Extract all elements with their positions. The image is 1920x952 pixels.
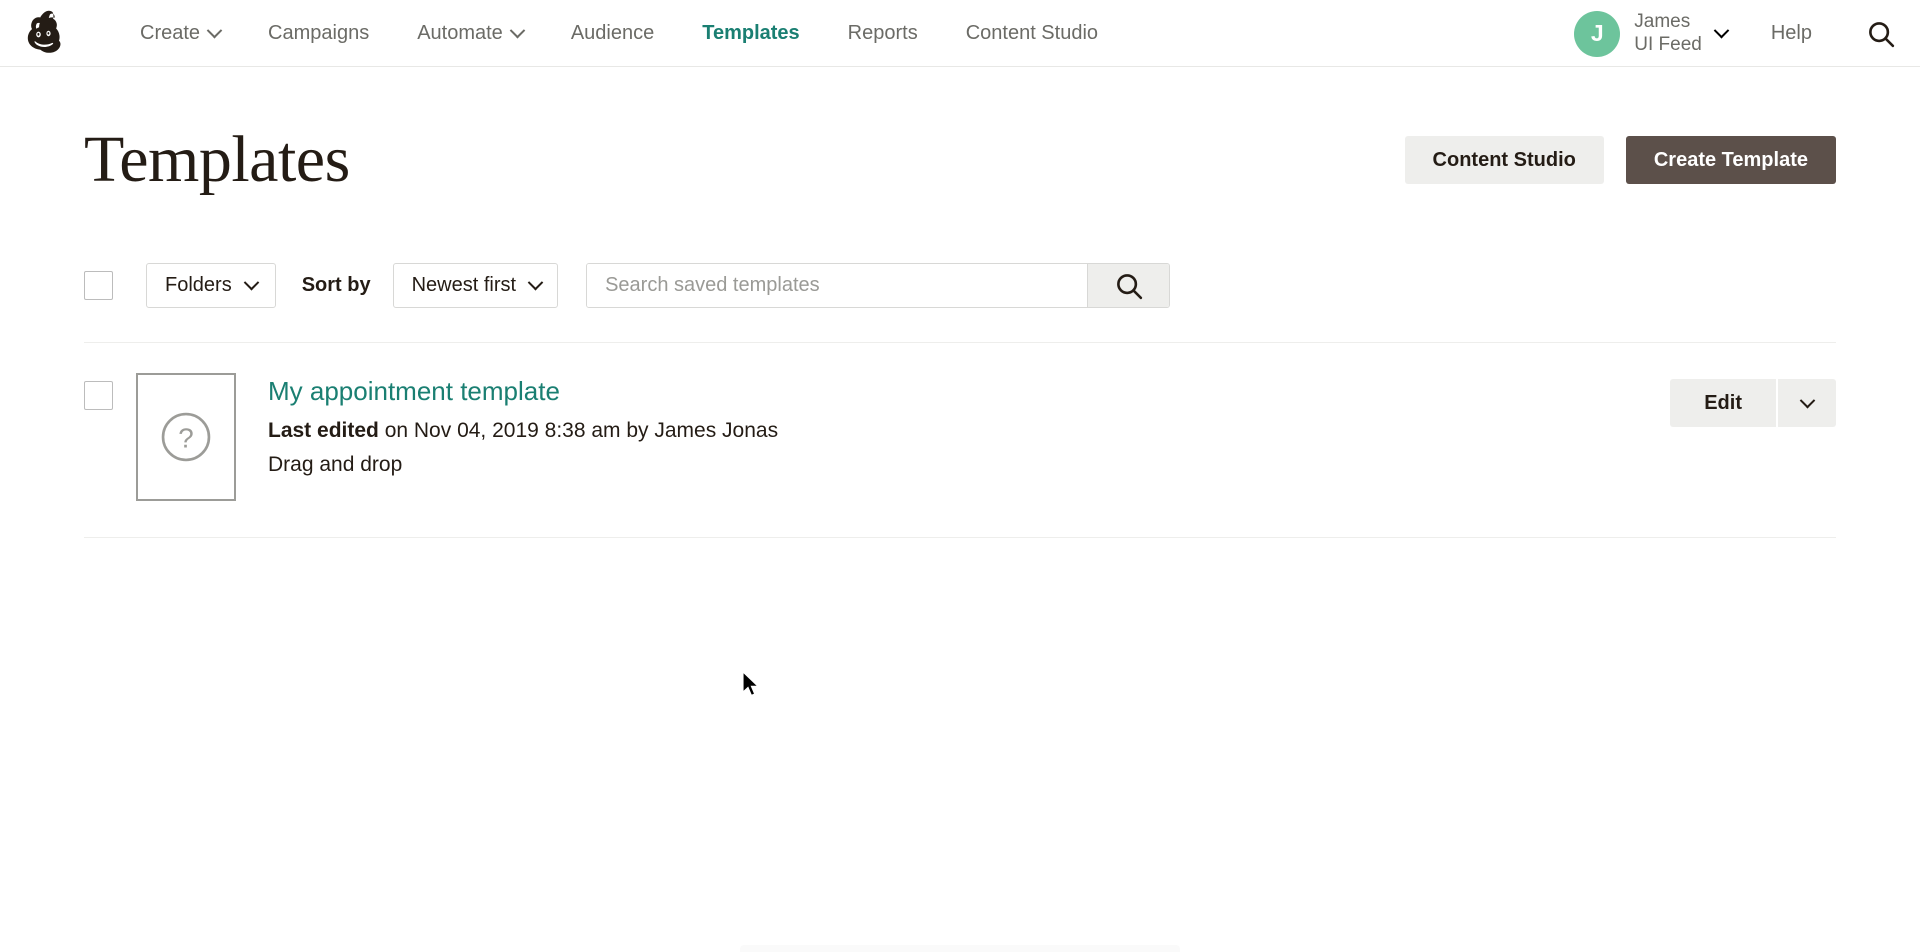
templates-list: ? My appointment template Last edited on… [84, 343, 1836, 538]
mailchimp-freddie-logo[interactable] [18, 7, 74, 59]
help-link[interactable]: Help [1771, 22, 1812, 45]
page-header: Templates Content Studio Create Template [84, 67, 1836, 193]
last-edited-value: on Nov 04, 2019 8:38 am by James Jonas [378, 418, 779, 442]
account-name-line2: UI Feed [1634, 33, 1702, 55]
template-actions-dropdown-button[interactable] [1778, 379, 1836, 427]
svg-text:?: ? [178, 422, 193, 453]
nav-item-templates[interactable]: Templates [678, 23, 823, 43]
folders-dropdown-label: Folders [165, 274, 232, 296]
bottom-chat-widget-peek[interactable] [740, 945, 1180, 952]
nav-item-create[interactable]: Create [116, 22, 244, 44]
template-row-checkbox[interactable] [84, 381, 113, 410]
template-row-actions: Edit [1670, 379, 1836, 427]
templates-toolbar: Folders Sort by Newest first [84, 263, 1836, 343]
nav-item-audience[interactable]: Audience [547, 23, 678, 43]
mouse-cursor [742, 670, 762, 704]
search-templates-input[interactable] [587, 264, 1088, 307]
nav-item-label: Audience [570, 22, 655, 44]
account-name: James UI Feed [1634, 11, 1702, 57]
sort-by-label: Sort by [301, 274, 371, 296]
nav-item-reports[interactable]: Reports [824, 23, 942, 43]
nav-item-label: Campaigns [268, 22, 370, 44]
search-icon[interactable] [1864, 17, 1898, 51]
template-name-link[interactable]: My appointment template [268, 376, 778, 407]
top-navigation-bar: Create Campaigns Automate Audience Templ… [0, 0, 1920, 67]
primary-nav-items: Create Campaigns Automate Audience Templ… [116, 22, 1122, 44]
last-edited-label: Last edited [268, 418, 379, 442]
nav-item-automate[interactable]: Automate [393, 22, 547, 44]
template-thumbnail[interactable]: ? [136, 373, 236, 501]
account-name-line1: James [1634, 10, 1691, 32]
chevron-down-icon [527, 274, 544, 291]
chevron-down-icon [1799, 392, 1815, 408]
template-last-edited: Last edited on Nov 04, 2019 8:38 am by J… [268, 417, 778, 445]
create-template-button[interactable]: Create Template [1625, 136, 1836, 184]
nav-item-label: Content Studio [965, 22, 1099, 44]
chevron-down-icon [243, 274, 259, 291]
page-title: Templates [84, 123, 350, 196]
nav-item-label: Reports [847, 22, 918, 44]
template-info: My appointment template Last edited on N… [268, 373, 778, 480]
nav-item-label: Automate [417, 22, 503, 44]
nav-item-label: Create [140, 22, 201, 44]
sort-order-value: Newest first [411, 274, 517, 296]
chevron-down-icon [1713, 22, 1730, 39]
header-actions: Content Studio Create Template [1404, 136, 1836, 184]
search-templates-group [586, 263, 1171, 308]
content-studio-button[interactable]: Content Studio [1404, 136, 1604, 184]
folders-dropdown[interactable]: Folders [146, 263, 276, 308]
nav-item-label: Templates [702, 22, 800, 44]
account-menu[interactable]: J James UI Feed [1574, 10, 1730, 57]
chevron-down-icon [206, 22, 223, 38]
nav-item-content-studio[interactable]: Content Studio [942, 23, 1122, 43]
search-submit-button[interactable] [1087, 264, 1170, 307]
chevron-down-icon [509, 22, 526, 38]
template-type: Drag and drop [268, 453, 403, 477]
nav-item-campaigns[interactable]: Campaigns [244, 23, 393, 43]
sort-order-dropdown[interactable]: Newest first [392, 263, 559, 308]
question-mark-placeholder-icon: ? [161, 412, 211, 462]
nav-right-cluster: J James UI Feed Help [1558, 0, 1898, 67]
page-content: Templates Content Studio Create Template… [0, 67, 1920, 697]
table-row: ? My appointment template Last edited on… [84, 343, 1836, 538]
edit-button[interactable]: Edit [1670, 379, 1776, 427]
avatar: J [1574, 10, 1621, 57]
select-all-checkbox[interactable] [84, 271, 113, 300]
avatar-initial: J [1590, 20, 1604, 46]
